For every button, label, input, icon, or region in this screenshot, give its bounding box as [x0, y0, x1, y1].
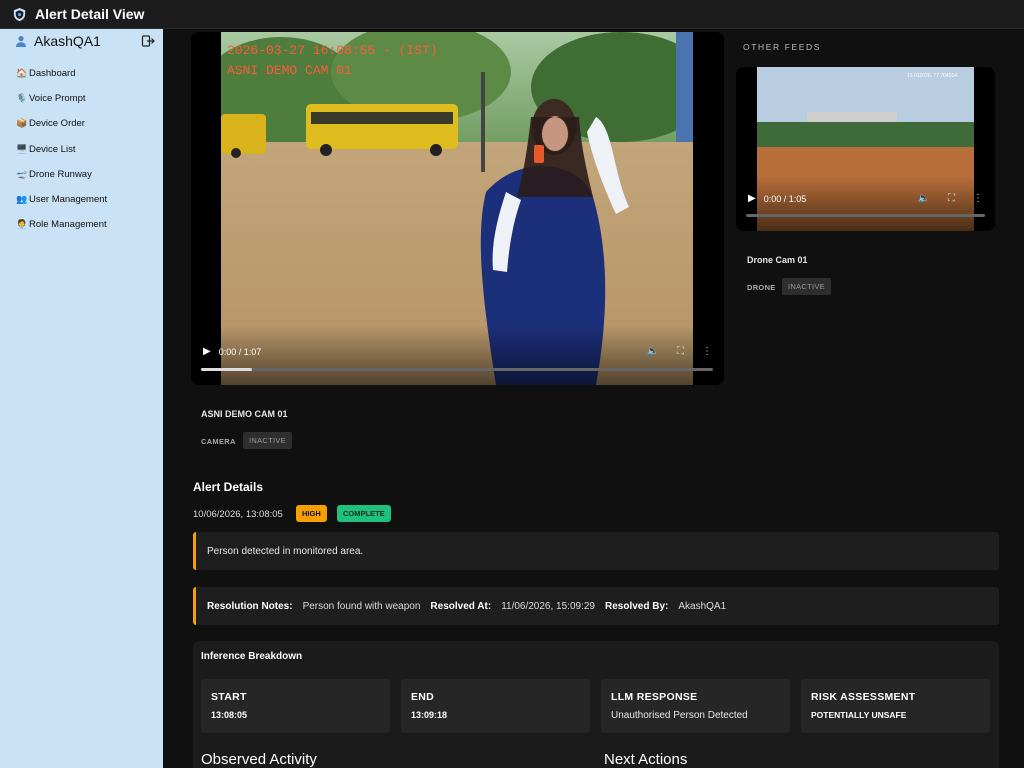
inference-start-card: START 13:08:05	[201, 679, 390, 733]
inference-card-label: RISK ASSESSMENT	[811, 691, 916, 703]
video-timestamp-overlay: 2026-03-27 16:08:55 - (IST)	[227, 43, 438, 58]
sidebar-item-dashboard[interactable]: 🏠 Dashboard	[0, 61, 163, 86]
inference-card-value: Unauthorised Person Detected	[611, 710, 748, 721]
inference-title: Inference Breakdown	[201, 651, 303, 662]
resolved-at-value: 11/06/2026, 15:09:29	[501, 600, 595, 612]
drone-fullscreen-icon[interactable]: ⛶	[948, 193, 955, 204]
inference-llm-card: LLM RESPONSE Unauthorised Person Detecte…	[601, 679, 790, 733]
inference-risk-card: RISK ASSESSMENT POTENTIALLY UNSAFE	[801, 679, 990, 733]
sidebar-item-label: Drone Runway	[29, 168, 92, 180]
drone-name: Drone Cam 01	[747, 255, 808, 265]
sidebar-item-user-management[interactable]: 👥 User Management	[0, 187, 163, 212]
video-progress-fill	[201, 368, 253, 371]
alert-message: Person detected in monitored area.	[207, 545, 364, 557]
resolution-box: Resolution Notes: Person found with weap…	[193, 587, 999, 625]
drone-video-controls: ▶ 0:00 / 1:05 🔈 ⛶ ⋮	[736, 193, 995, 204]
camera-name: ASNI DEMO CAM 01	[201, 409, 288, 419]
drone-video-time: 0:00 / 1:05	[763, 193, 807, 204]
inference-card-value: 13:09:18	[411, 710, 448, 720]
video-controls: ▶ 0:00 / 1:07 🔈 ⛶ ⋮	[191, 346, 724, 357]
drone-progress-bar[interactable]	[746, 214, 985, 217]
play-icon[interactable]: ▶	[203, 346, 211, 357]
fullscreen-icon[interactable]: ⛶	[677, 346, 684, 357]
main-video-player[interactable]: 2026-03-27 16:08:55 - (IST) ASNI DEMO CA…	[191, 32, 724, 385]
inference-card-value: 13:08:05	[211, 710, 248, 720]
airplane-icon: 🛫	[16, 168, 28, 179]
drone-status-badge: INACTIVE	[782, 278, 831, 295]
resolved-at-label: Resolved At:	[430, 600, 492, 612]
video-progress-bar[interactable]	[201, 368, 713, 371]
sidebar-item-role-management[interactable]: 🧑‍💼 Role Management	[0, 212, 163, 237]
video-time: 0:00 / 1:07	[218, 346, 262, 357]
more-options-icon[interactable]: ⋮	[702, 346, 712, 357]
sidebar-item-label: Voice Prompt	[29, 93, 86, 105]
package-icon: 📦	[16, 118, 28, 129]
inference-end-card: END 13:09:18	[401, 679, 590, 733]
sidebar-user: AkashQA1	[0, 29, 163, 53]
page-title: Alert Detail View	[35, 6, 145, 22]
resolved-by-label: Resolved By:	[604, 600, 669, 612]
inference-card-label: LLM RESPONSE	[611, 691, 698, 703]
inference-card-label: START	[211, 691, 247, 703]
monitor-icon: 🖥️	[16, 143, 28, 154]
sidebar-item-label: Dashboard	[29, 68, 76, 80]
drone-feed-overlay: 13.012026, 77.704014	[907, 73, 957, 79]
microphone-icon: 🎙️	[16, 93, 28, 104]
logout-icon[interactable]	[141, 34, 155, 48]
volume-icon[interactable]: 🔈	[647, 346, 659, 357]
role-icon: 🧑‍💼	[16, 219, 28, 230]
camera-status-badge: INACTIVE	[243, 432, 292, 449]
app-header: Alert Detail View	[0, 0, 1024, 29]
user-icon	[16, 36, 26, 47]
main-content: 2026-03-27 16:08:55 - (IST) ASNI DEMO CA…	[163, 29, 1024, 768]
sidebar-item-label: Device List	[29, 143, 76, 155]
sidebar-item-label: User Management	[29, 194, 108, 206]
sidebar-item-device-list[interactable]: 🖥️ Device List	[0, 137, 163, 162]
inference-breakdown: Inference Breakdown START 13:08:05 END 1…	[193, 641, 999, 768]
resolved-by-value: AkashQA1	[678, 600, 727, 612]
username: AkashQA1	[34, 33, 101, 49]
next-actions-heading: Next Actions	[604, 751, 688, 768]
home-icon: 🏠	[16, 68, 28, 79]
resolution-notes-label: Resolution Notes:	[207, 600, 293, 612]
observed-activity-heading: Observed Activity	[201, 751, 317, 768]
drone-type-label: DRONE	[747, 283, 776, 292]
alert-datetime: 10/06/2026, 13:08:05	[193, 509, 283, 520]
shield-icon	[13, 7, 26, 21]
inference-card-value: POTENTIALLY UNSAFE	[811, 710, 907, 720]
sidebar-item-label: Role Management	[29, 219, 107, 231]
drone-feed-player[interactable]: 13.012026, 77.704014 ▶ 0:00 / 1:05 🔈 ⛶ ⋮	[736, 67, 995, 231]
sidebar-item-drone-runway[interactable]: 🛫 Drone Runway	[0, 162, 163, 187]
drone-play-icon[interactable]: ▶	[748, 193, 756, 204]
severity-badge: HIGH	[296, 505, 327, 522]
other-feeds-title: OTHER FEEDS	[743, 42, 822, 52]
camera-type-label: CAMERA	[201, 437, 236, 446]
inference-card-label: END	[411, 691, 435, 703]
users-icon: 👥	[16, 194, 28, 205]
alert-message-box: Person detected in monitored area.	[193, 532, 999, 570]
sidebar-item-device-order[interactable]: 📦 Device Order	[0, 111, 163, 136]
sidebar: AkashQA1 🏠 Dashboard 🎙️ Voice Prompt 📦 Devi…	[0, 29, 163, 768]
video-camera-overlay: ASNI DEMO CAM 01	[227, 63, 352, 78]
sidebar-item-voice-prompt[interactable]: 🎙️ Voice Prompt	[0, 86, 163, 111]
status-badge: COMPLETE	[337, 505, 391, 522]
sidebar-item-label: Device Order	[29, 118, 85, 130]
drone-volume-icon[interactable]: 🔈	[918, 193, 930, 204]
sidebar-nav: 🏠 Dashboard 🎙️ Voice Prompt 📦 Device Order …	[0, 61, 163, 237]
resolution-notes-value: Person found with weapon	[302, 600, 421, 612]
alert-details-title: Alert Details	[193, 480, 264, 494]
drone-more-options-icon[interactable]: ⋮	[973, 193, 983, 204]
